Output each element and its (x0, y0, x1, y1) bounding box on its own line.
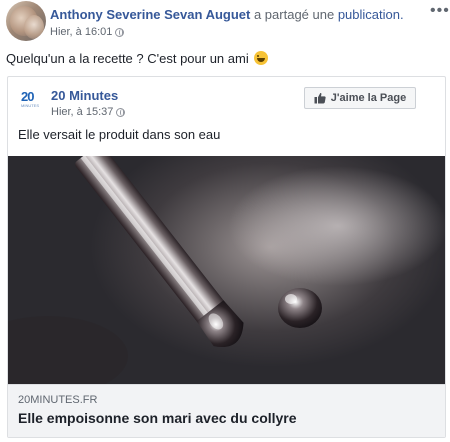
facebook-post: Anthony Severine Sevan Auguet a partagé … (0, 0, 450, 442)
post-timestamp[interactable]: Hier, à 16:01 (50, 26, 112, 38)
laughing-emoji-icon (254, 51, 269, 65)
link-headline[interactable]: Elle empoisonne son mari avec du collyre (18, 410, 297, 426)
author-name[interactable]: Anthony Severine Sevan Auguet (50, 7, 250, 22)
post-caption: Quelqu'un a la recette ? C'est pour un a… (6, 51, 269, 66)
link-preview[interactable]: 20MINUTES.FR Elle empoisonne son mari av… (8, 384, 445, 437)
page-logo-sub: MINUTES (21, 103, 39, 108)
page-name[interactable]: 20 Minutes (51, 88, 118, 103)
shared-post-timestamp[interactable]: Hier, à 15:37 (51, 106, 113, 118)
more-options-icon[interactable]: ••• (430, 2, 450, 20)
page-logo[interactable]: 20 MINUTES (21, 90, 39, 112)
page-logo-mark: 20 (21, 89, 34, 104)
like-page-button[interactable]: J'aime la Page (304, 87, 416, 109)
shared-action-text: a partagé une (253, 7, 335, 22)
shared-post-meta: Hier, à 15:37 (51, 106, 126, 118)
publication-link[interactable]: publication. (338, 7, 404, 22)
eyedropper-image (8, 156, 445, 384)
globe-icon (116, 107, 126, 117)
shared-post-text: Elle versait le produit dans son eau (18, 127, 221, 142)
link-domain: 20MINUTES.FR (18, 394, 98, 406)
post-meta: Hier, à 16:01 (50, 26, 125, 38)
shared-post-card: 20 MINUTES 20 Minutes Hier, à 15:37 J'ai… (7, 76, 446, 438)
like-page-label: J'aime la Page (330, 92, 407, 104)
post-header: Anthony Severine Sevan Auguet a partagé … (50, 7, 404, 22)
article-image[interactable] (8, 156, 445, 384)
globe-icon (115, 27, 125, 37)
thumbs-up-icon (314, 92, 326, 104)
author-avatar[interactable] (6, 1, 46, 41)
caption-text: Quelqu'un a la recette ? C'est pour un a… (6, 51, 249, 66)
